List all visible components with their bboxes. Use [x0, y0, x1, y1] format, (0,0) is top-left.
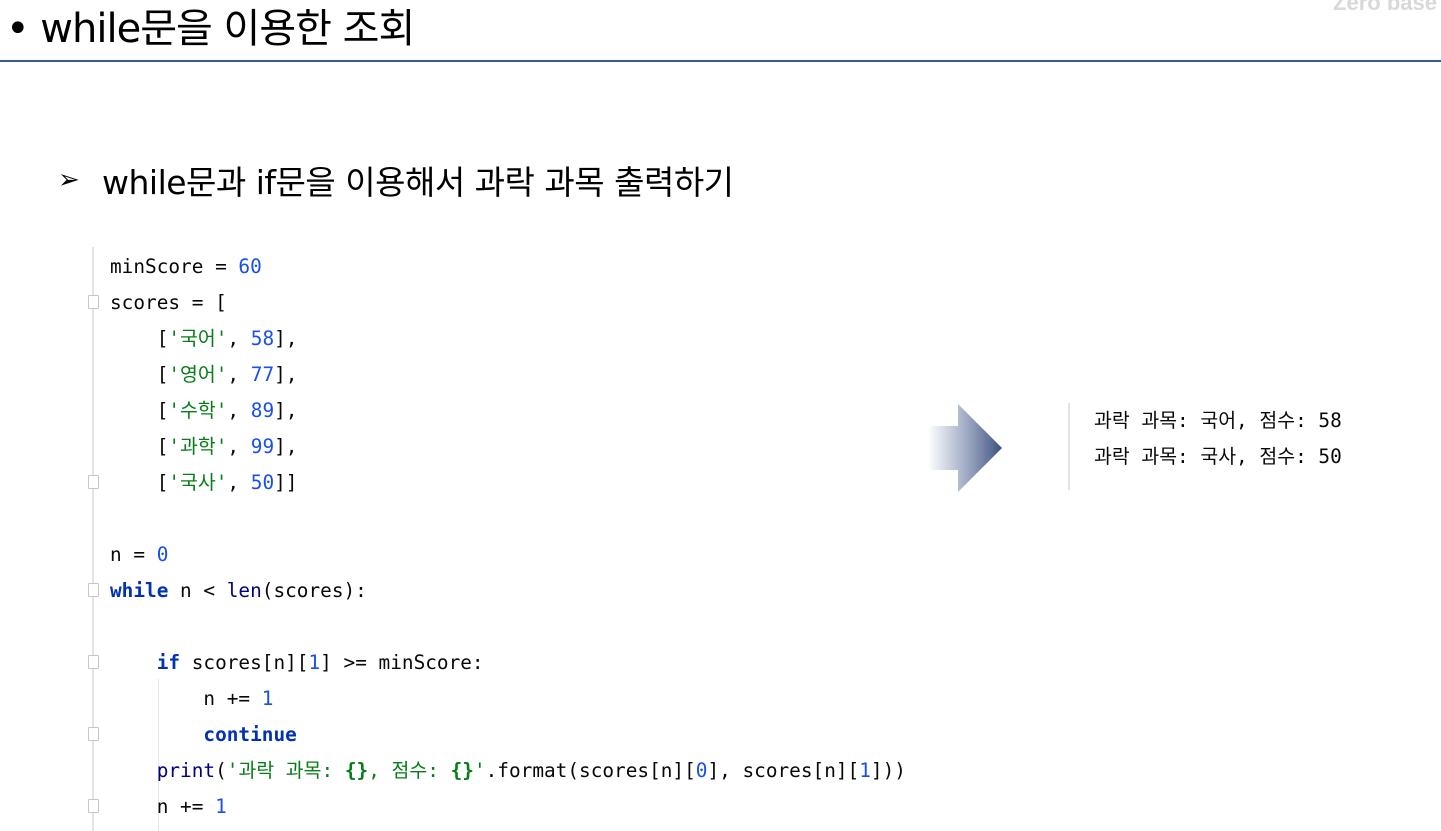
code-fold-icon[interactable] [88, 727, 99, 741]
slide-title: • while문을 이용한 조회 [6, 6, 415, 52]
code-line: if scores[n][1] >= minScore: [156, 651, 484, 674]
code-fold-icon[interactable] [88, 655, 99, 669]
code-line: n += 1 [110, 795, 227, 818]
code-fold-icon[interactable] [88, 475, 99, 489]
code-line: ['과학', 99], [110, 435, 298, 458]
code-line: n = 0 [110, 543, 169, 566]
code-line: ['수학', 89], [110, 399, 298, 422]
output-line: 과락 과목: 국사, 점수: 50 [1094, 445, 1342, 468]
subtitle-row: ➢ while문과 if문을 이용해서 과락 과목 출력하기 [58, 156, 734, 204]
title-divider [0, 60, 1441, 62]
corner-logo-text: Zero base [1333, 0, 1437, 15]
code-line: ['영어', 77], [110, 363, 298, 386]
code-fold-icon[interactable] [88, 295, 99, 309]
code-line: ['국어', 58], [110, 327, 298, 350]
arrowhead-bullet-icon: ➢ [58, 165, 80, 195]
code-line: continue [203, 723, 297, 746]
code-line: print('과락 과목: {}, 점수: {}'.format(scores[… [156, 759, 906, 782]
code-line: ['국사', 50]] [110, 471, 298, 494]
code-line: minScore = 60 [110, 255, 262, 278]
code-editor: minScore = 60 scores = [ ['국어', 58], ['영… [88, 247, 1054, 831]
code-fold-icon[interactable] [88, 799, 99, 813]
code-fold-icon[interactable] [88, 583, 99, 597]
right-arrow-icon [928, 404, 1002, 492]
code-line: while n < len(scores): [110, 579, 367, 602]
output-line: 과락 과목: 국어, 점수: 58 [1094, 409, 1342, 432]
output-console: 과락 과목: 국어, 점수: 58 과락 과목: 국사, 점수: 50 [1068, 403, 1342, 490]
code-line: scores = [ [110, 291, 227, 314]
code-line: n += 1 [110, 687, 274, 710]
subtitle-text: while문과 if문을 이용해서 과락 과목 출력하기 [102, 163, 734, 202]
